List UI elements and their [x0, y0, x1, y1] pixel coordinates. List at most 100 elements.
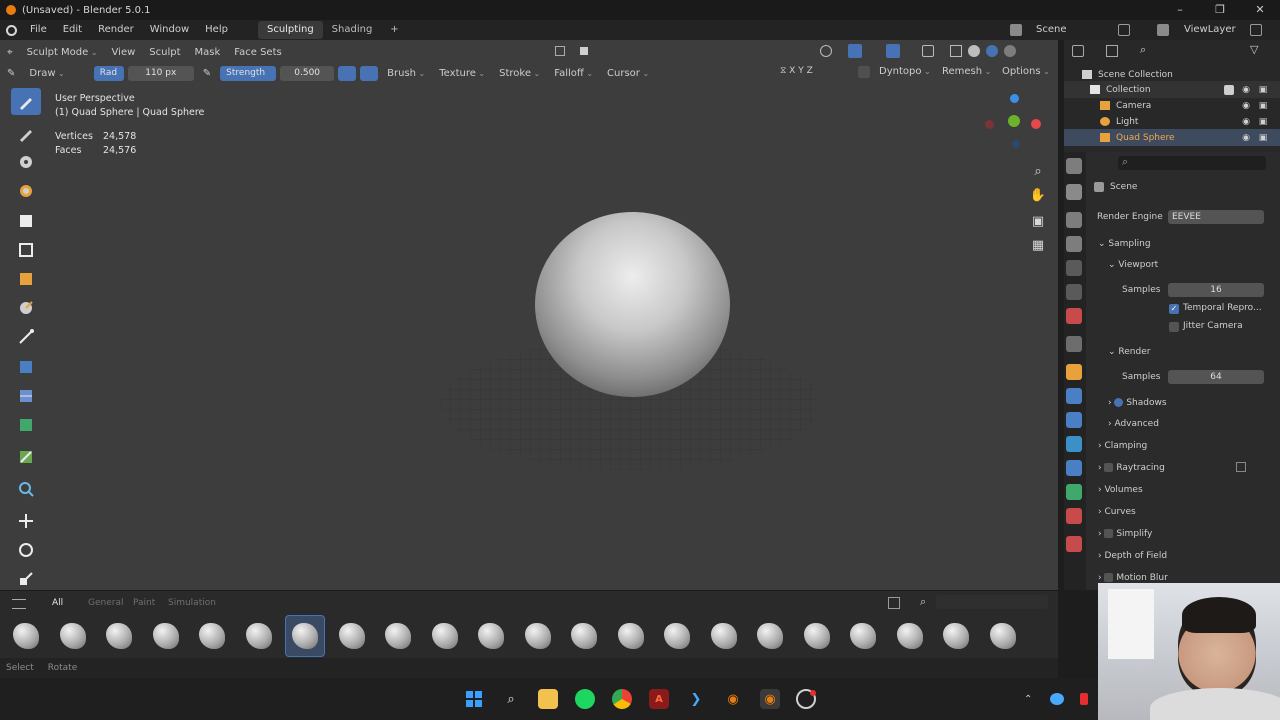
adobe-app-icon[interactable]: A [649, 689, 669, 709]
brush-relax[interactable] [704, 615, 744, 657]
3d-viewport[interactable]: ⌖ Sculpt Mode View Sculpt Mask Face Sets… [0, 40, 1058, 612]
tab-object-icon[interactable] [1066, 336, 1082, 352]
windows-start-icon[interactable] [464, 689, 484, 709]
brush-pinch[interactable] [657, 615, 697, 657]
brush-multiplane-scrape[interactable] [564, 615, 604, 657]
motion-blur-enable-checkbox[interactable] [1104, 573, 1114, 582]
outliner-display-mode-icon[interactable] [1106, 45, 1118, 57]
brush-nudge[interactable] [611, 615, 651, 657]
tool-draw-sharp[interactable] [11, 120, 41, 147]
tab-material-icon[interactable] [1066, 484, 1082, 500]
menu-cursor[interactable]: Cursor [600, 68, 656, 79]
viewport-samples-field[interactable]: 16 [1168, 283, 1264, 297]
tray-cloud-icon[interactable] [1050, 693, 1064, 705]
snap-icon[interactable] [580, 47, 588, 55]
raytracing-enable-checkbox[interactable] [1104, 463, 1114, 472]
viewport-subpanel-header[interactable]: ⌄ Viewport [1108, 260, 1158, 270]
volumes-panel-header[interactable]: › Volumes [1098, 485, 1143, 495]
view-layer-selector[interactable]: ViewLayer [1176, 20, 1244, 40]
menu-falloff[interactable]: Falloff [547, 68, 600, 79]
menu-brush[interactable]: Brush [380, 68, 432, 79]
tool-move[interactable] [11, 507, 41, 534]
visibility-icon[interactable] [820, 45, 832, 57]
jitter-camera-checkbox[interactable] [1169, 322, 1179, 332]
brush-clay-thumb[interactable] [146, 615, 186, 657]
brush-blob[interactable] [6, 615, 46, 657]
radius-pressure-icon[interactable]: ✎ [196, 68, 218, 79]
chrome-icon[interactable] [612, 689, 632, 709]
gizmo-z-axis[interactable] [1010, 94, 1019, 103]
workspace-tab-sculpting[interactable]: Sculpting [257, 21, 323, 39]
dyntopo-toggle-icon[interactable] [858, 66, 870, 78]
menu-window[interactable]: Window [142, 20, 197, 40]
shelf-search-icon[interactable]: ⌕ [920, 595, 926, 609]
outliner-filter-icon[interactable]: ▽ [1250, 43, 1258, 56]
zoom-icon[interactable]: ⌕ [1029, 162, 1047, 180]
collection-visibility-eye-icon[interactable]: ◉ [1241, 85, 1251, 95]
shelf-display-icon[interactable] [888, 597, 900, 609]
tab-physics-icon[interactable] [1066, 412, 1082, 428]
menu-render[interactable]: Render [90, 20, 142, 40]
brush-smooth[interactable] [843, 615, 883, 657]
minimize-button[interactable]: – [1160, 0, 1200, 20]
tool-clay-strips[interactable] [11, 177, 41, 204]
raytracing-preset-icon[interactable] [1236, 462, 1246, 472]
direction-icon[interactable] [360, 65, 379, 81]
shelf-tab-general[interactable]: General [88, 598, 123, 608]
brush-clay-strips[interactable] [99, 615, 139, 657]
tray-overflow-icon[interactable]: ⌃ [1024, 694, 1032, 705]
menu-view[interactable]: View [105, 47, 143, 58]
brush-clay[interactable] [53, 615, 93, 657]
clamping-panel-header[interactable]: › Clamping [1098, 441, 1147, 451]
radius-field[interactable]: 110 px [127, 65, 194, 81]
depth-of-field-panel-header[interactable]: › Depth of Field [1098, 551, 1167, 561]
tool-mask-by-color[interactable] [11, 475, 41, 502]
sampling-panel-header[interactable]: ⌄ Sampling [1098, 239, 1151, 249]
menu-sculpt[interactable]: Sculpt [142, 47, 187, 58]
strength-field[interactable]: 0.500 [280, 65, 335, 81]
tool-clay[interactable] [11, 148, 41, 175]
brush-thumb[interactable] [936, 615, 976, 657]
material-shading-icon[interactable] [986, 45, 998, 57]
file-explorer-icon[interactable] [538, 689, 558, 709]
tool-lasso-trim[interactable] [11, 294, 41, 321]
tool-selector[interactable]: Draw [22, 68, 71, 79]
collection-render-camera-icon[interactable]: ▣ [1258, 85, 1268, 95]
menu-texture[interactable]: Texture [432, 68, 492, 79]
menu-face-sets[interactable]: Face Sets [227, 47, 288, 58]
gizmo-neg-z-axis[interactable] [1012, 140, 1020, 148]
tab-output-icon[interactable] [1066, 212, 1082, 228]
workspace-tab-shading[interactable]: Shading [323, 21, 382, 39]
tab-scene-icon[interactable] [1066, 260, 1082, 276]
tab-render-icon[interactable] [1066, 184, 1082, 200]
symmetry-xyz-icons[interactable]: ⧖ X Y Z [780, 66, 828, 80]
camera-render-icon[interactable]: ▣ [1258, 101, 1268, 111]
tab-world-icon[interactable] [1066, 284, 1082, 300]
motion-blur-panel-header[interactable]: › Motion Blur [1098, 573, 1168, 583]
tab-shader-fx-icon[interactable] [1066, 536, 1082, 552]
outliner-row-light[interactable]: Light ◉ ▣ [1064, 113, 1280, 130]
menu-options[interactable]: Options [995, 66, 1057, 77]
tool-edit-face-set[interactable] [11, 443, 41, 470]
blender-taskbar-icon[interactable]: ◉ [723, 689, 743, 709]
brush-grab[interactable] [425, 615, 465, 657]
quad-sphere-render-icon[interactable]: ▣ [1258, 133, 1268, 143]
brush-draw[interactable] [983, 615, 1023, 657]
camera-visibility-eye-icon[interactable]: ◉ [1241, 101, 1251, 111]
outliner-search-icon[interactable]: ⌕ [1140, 43, 1146, 57]
collection-exclude-checkbox[interactable] [1224, 84, 1234, 95]
shadows-panel-header[interactable]: › Shadows [1108, 398, 1167, 408]
tool-box-mask[interactable] [11, 236, 41, 263]
new-scene-icon[interactable] [1118, 24, 1130, 36]
tool-draw[interactable] [11, 88, 41, 115]
tab-texture-icon[interactable] [1066, 508, 1082, 524]
tool-box-face-set[interactable] [11, 265, 41, 292]
add-workspace-button[interactable]: + [381, 21, 407, 39]
pan-hand-icon[interactable]: ✋ [1029, 186, 1047, 204]
brush-draw-sharp[interactable] [239, 615, 279, 657]
brush-snake-hook[interactable] [890, 615, 930, 657]
gizmo-neg-x-axis[interactable] [985, 120, 994, 129]
outliner-editor-icon[interactable] [1072, 45, 1084, 57]
editor-type-icon[interactable]: ⌖ [0, 47, 20, 58]
navigation-gizmo[interactable] [985, 92, 1045, 152]
